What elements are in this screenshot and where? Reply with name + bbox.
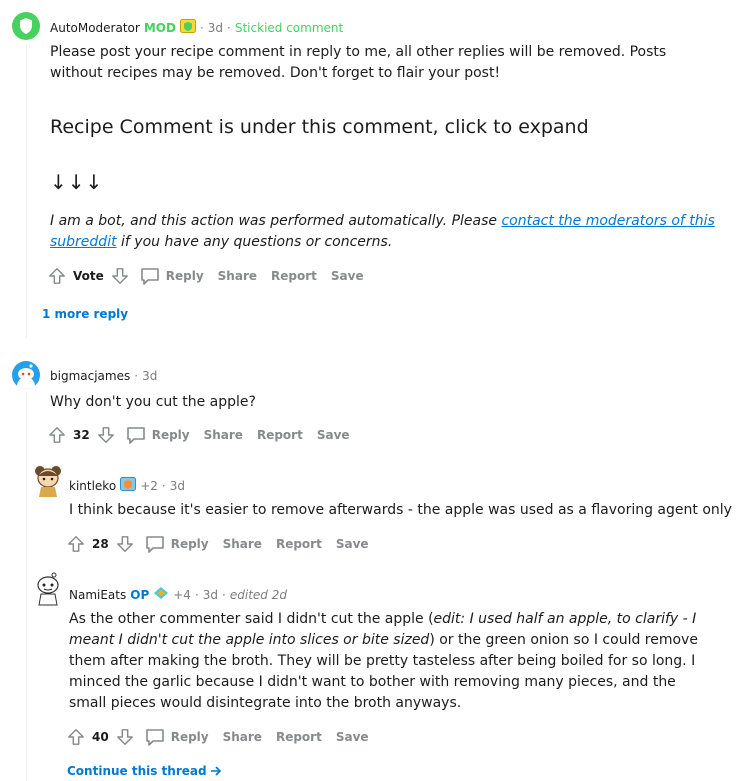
avatar[interactable]	[33, 572, 63, 606]
bot-notice-text: I am a bot, and this action was performe…	[50, 213, 502, 229]
comment-body: I think because it's easier to remove af…	[69, 502, 732, 518]
separator: ·	[222, 587, 226, 602]
bot-notice: I am a bot, and this action was performe…	[50, 211, 716, 253]
avatar[interactable]	[12, 12, 40, 40]
upvote-icon[interactable]	[66, 727, 86, 747]
separator: ·	[161, 478, 166, 493]
comment-icon	[145, 729, 164, 746]
reply-button[interactable]: Reply	[140, 266, 204, 286]
comment-meta: kintleko +2 · 3d	[69, 477, 185, 494]
comment-meta: NamiEats OP +4 · 3d · edited 2d	[69, 586, 287, 603]
thread-line-bigmacjames[interactable]	[26, 392, 27, 781]
save-button[interactable]: Save	[317, 428, 350, 442]
timestamp[interactable]: 3d	[170, 479, 185, 493]
avatar[interactable]	[12, 361, 40, 389]
username[interactable]: bigmacjames	[50, 369, 130, 383]
comment-icon	[145, 536, 164, 553]
save-button[interactable]: Save	[336, 730, 369, 744]
continue-thread-label: Continue this thread	[67, 764, 207, 778]
body-text-a: As the other commenter said I didn't cut…	[69, 611, 434, 627]
downvote-icon[interactable]	[115, 534, 135, 554]
stickied-label: Stickied comment	[234, 20, 344, 35]
upvote-icon[interactable]	[47, 425, 67, 445]
username[interactable]: NamiEats	[69, 588, 126, 602]
vote-label: Vote	[73, 269, 104, 283]
reply-label: Reply	[151, 428, 190, 442]
share-button[interactable]: Share	[223, 730, 262, 744]
reply-button[interactable]: Reply	[145, 727, 209, 747]
shield-icon	[20, 18, 32, 34]
share-button[interactable]: Share	[204, 428, 243, 442]
reply-label: Reply	[170, 730, 209, 744]
username[interactable]: AutoModerator	[50, 21, 140, 35]
report-button[interactable]: Report	[271, 269, 317, 283]
avatar[interactable]	[33, 464, 63, 498]
separator: ·	[194, 587, 199, 602]
continue-thread-link[interactable]: Continue this thread	[67, 764, 222, 778]
comment-icon	[140, 268, 159, 285]
save-button[interactable]: Save	[336, 537, 369, 551]
vote-count: 28	[92, 537, 109, 551]
bot-notice-text-end: if you have any questions or concerns.	[116, 234, 393, 250]
arrows-text: ↓↓↓	[50, 170, 104, 194]
vote-count: 32	[73, 428, 90, 442]
more-replies-link[interactable]: 1 more reply	[42, 307, 128, 321]
snoo-avatar-icon	[17, 364, 35, 389]
comment-actions: 32 Reply Share Report Save	[47, 425, 350, 445]
comment-body: Please post your recipe comment in reply…	[50, 44, 667, 81]
recipe-heading: Recipe Comment is under this comment, cl…	[50, 116, 589, 138]
share-button[interactable]: Share	[223, 537, 262, 551]
comment-actions: 28 Reply Share Report Save	[66, 534, 369, 554]
arrow-right-icon	[210, 766, 221, 776]
downvote-icon[interactable]	[110, 266, 130, 286]
user-flair-icon	[153, 586, 169, 603]
flair-extra: +4	[173, 587, 191, 602]
separator: ·	[199, 20, 204, 35]
username[interactable]: kintleko	[69, 479, 116, 493]
comment-meta: AutoModerator MOD · 3d · Stickied commen…	[50, 19, 343, 36]
comment-body: As the other commenter said I didn't cut…	[69, 609, 709, 714]
separator: ·	[227, 20, 231, 35]
timestamp[interactable]: 3d	[203, 588, 218, 602]
op-badge: OP	[130, 587, 150, 602]
vote-count: 40	[92, 730, 109, 744]
share-button[interactable]: Share	[218, 269, 257, 283]
comment-actions: 40 Reply Share Report Save	[66, 727, 369, 747]
save-button[interactable]: Save	[331, 269, 364, 283]
downvote-icon[interactable]	[115, 727, 135, 747]
report-button[interactable]: Report	[276, 730, 322, 744]
user-flair-icon	[120, 477, 137, 494]
reply-button[interactable]: Reply	[145, 534, 209, 554]
mod-badge: MOD	[143, 20, 176, 35]
character-avatar-icon	[35, 466, 61, 497]
reply-label: Reply	[165, 269, 204, 283]
downvote-icon[interactable]	[96, 425, 116, 445]
flair-extra: +2	[140, 478, 158, 493]
report-button[interactable]: Report	[276, 537, 322, 551]
comment-icon	[126, 427, 145, 444]
reply-label: Reply	[170, 537, 209, 551]
snoo-avatar-icon	[37, 572, 59, 606]
report-button[interactable]: Report	[257, 428, 303, 442]
user-flair-icon	[179, 19, 196, 36]
upvote-icon[interactable]	[66, 534, 86, 554]
comment-meta: bigmacjames · 3d	[50, 369, 157, 383]
thread-line-automod[interactable]	[26, 44, 27, 338]
timestamp[interactable]: 3d	[142, 369, 157, 383]
comment-actions: Vote Reply Share Report Save	[47, 266, 364, 286]
edited-label: edited 2d	[229, 587, 287, 602]
comment-body: Why don't you cut the apple?	[50, 394, 256, 410]
upvote-icon[interactable]	[47, 266, 67, 286]
separator: ·	[134, 369, 139, 383]
reply-button[interactable]: Reply	[126, 425, 190, 445]
timestamp[interactable]: 3d	[208, 21, 223, 35]
